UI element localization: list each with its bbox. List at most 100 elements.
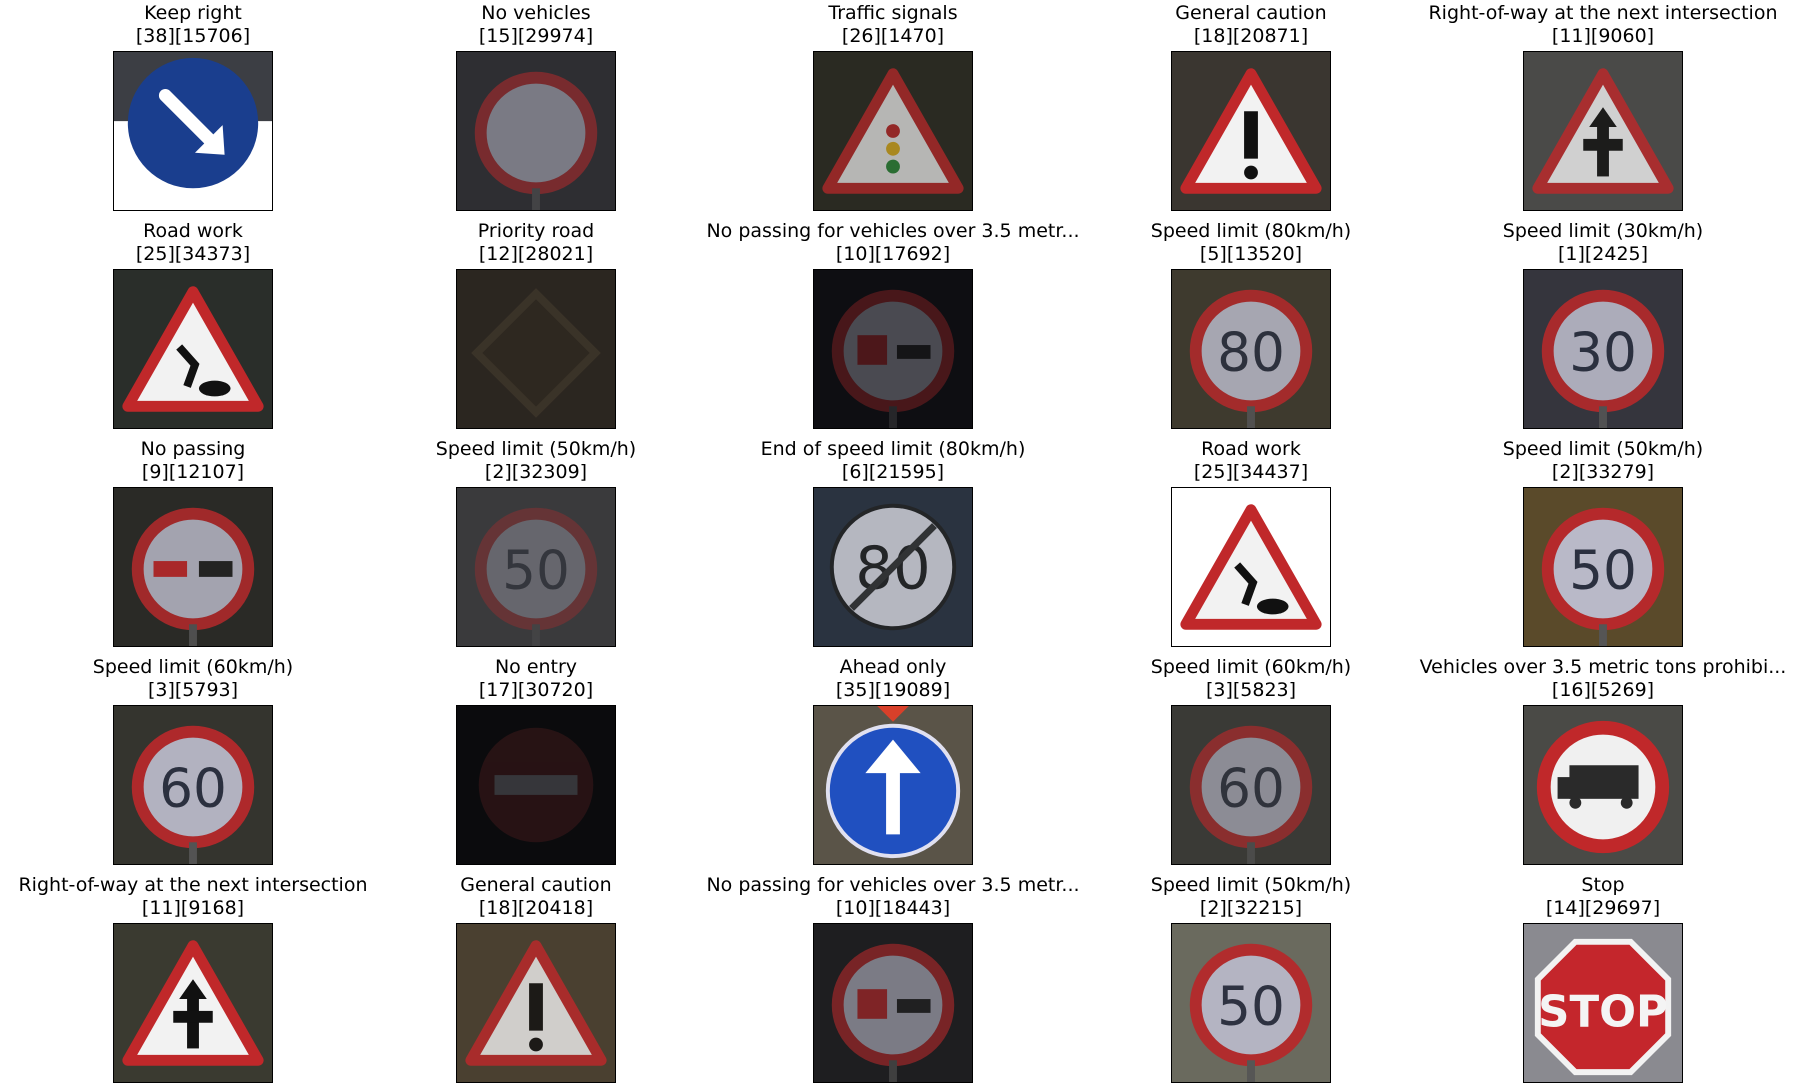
- sample-class-name: Right-of-way at the next intersection: [1428, 2, 1778, 24]
- trucks-prohibited-sign-icon: [1524, 706, 1682, 864]
- sign-image: 50: [1171, 923, 1331, 1083]
- road-work-sign-icon: [1172, 488, 1330, 646]
- sign-image: [456, 705, 616, 865]
- sample-ids: [11][9168]: [141, 897, 245, 919]
- sign-image: [113, 923, 273, 1083]
- sample-ids: [17][30720]: [478, 679, 594, 701]
- sample-class-name: No passing for vehicles over 3.5 metr...: [706, 874, 1080, 896]
- stop-sign-icon: STOP: [1524, 924, 1682, 1082]
- svg-text:80: 80: [1217, 322, 1285, 384]
- general-caution-sign-icon: [1172, 52, 1330, 210]
- end-speed-limit-80-sign-icon: 80: [814, 488, 972, 646]
- sample-title: Priority road [12][28021]: [336, 220, 736, 266]
- sample-ids: [25][34373]: [135, 243, 251, 265]
- sample-title: Speed limit (60km/h) [3][5823]: [1051, 656, 1451, 702]
- sample-ids: [16][5269]: [1551, 679, 1655, 701]
- sample-class-name: Vehicles over 3.5 metric tons prohibi...: [1419, 656, 1787, 678]
- sample-title: Vehicles over 3.5 metric tons prohibi...…: [1403, 656, 1794, 702]
- sign-image: 80: [813, 487, 973, 647]
- sample-ids: [1][2425]: [1557, 243, 1649, 265]
- sample-title: Speed limit (50km/h) [2][32309]: [336, 438, 736, 484]
- sample-ids: [10][18443]: [835, 897, 951, 919]
- no-passing-trucks-sign-icon: [814, 270, 972, 428]
- traffic-signals-sign-icon: [814, 52, 972, 210]
- sample-title: Speed limit (30km/h) [1][2425]: [1403, 220, 1794, 266]
- sign-image: [1171, 51, 1331, 211]
- sample-ids: [35][19089]: [835, 679, 951, 701]
- sign-image: 60: [113, 705, 273, 865]
- sample-ids: [18][20871]: [1193, 25, 1309, 47]
- sample-class-name: End of speed limit (80km/h): [760, 438, 1026, 460]
- svg-text:30: 30: [1569, 322, 1637, 384]
- no-entry-sign-icon: [457, 706, 615, 864]
- sample-class-name: Speed limit (50km/h): [1502, 438, 1704, 460]
- sample-class-name: No passing for vehicles over 3.5 metr...: [706, 220, 1080, 242]
- sample-class-name: Right-of-way at the next intersection: [18, 874, 368, 896]
- sample-ids: [18][20418]: [478, 897, 594, 919]
- sample-title: General caution [18][20871]: [1051, 2, 1451, 48]
- sample-ids: [12][28021]: [478, 243, 594, 265]
- sample-class-name: Speed limit (80km/h): [1150, 220, 1352, 242]
- sample-title: Road work [25][34373]: [0, 220, 393, 266]
- sample-title: No vehicles [15][29974]: [336, 2, 736, 48]
- sample-class-name: Speed limit (30km/h): [1502, 220, 1704, 242]
- speed-limit-80-sign-icon: 80: [1172, 270, 1330, 428]
- sample-title: No passing for vehicles over 3.5 metr...…: [693, 220, 1093, 266]
- speed-limit-50-sign-icon: 50: [457, 488, 615, 646]
- speed-limit-60-sign-icon: 60: [1172, 706, 1330, 864]
- right-of-way-sign-icon: [114, 924, 272, 1082]
- sample-class-name: Traffic signals: [828, 2, 958, 24]
- sample-title: Road work [25][34437]: [1051, 438, 1451, 484]
- sample-title: Speed limit (60km/h) [3][5793]: [0, 656, 393, 702]
- sample-class-name: General caution: [1175, 2, 1327, 24]
- ahead-only-sign-icon: [814, 706, 972, 864]
- sample-title: Stop [14][29697]: [1403, 874, 1794, 920]
- sample-ids: [2][33279]: [1551, 461, 1655, 483]
- road-work-sign-icon: [114, 270, 272, 428]
- sample-title: Traffic signals [26][1470]: [693, 2, 1093, 48]
- sign-image: 30: [1523, 269, 1683, 429]
- sample-ids: [11][9060]: [1551, 25, 1655, 47]
- sample-class-name: Keep right: [144, 2, 242, 24]
- right-of-way-sign-icon: [1524, 52, 1682, 210]
- sample-class-name: No entry: [494, 656, 578, 678]
- sign-image: STOP: [1523, 923, 1683, 1083]
- sample-class-name: No vehicles: [481, 2, 591, 24]
- speed-limit-60-sign-icon: 60: [114, 706, 272, 864]
- sign-image: 50: [1523, 487, 1683, 647]
- sample-ids: [14][29697]: [1545, 897, 1661, 919]
- sample-class-name: Speed limit (50km/h): [1150, 874, 1352, 896]
- no-passing-trucks-sign-icon: [814, 924, 972, 1082]
- sample-class-name: Road work: [1201, 438, 1301, 460]
- sample-ids: [38][15706]: [135, 25, 251, 47]
- sample-class-name: No passing: [140, 438, 246, 460]
- sign-image: [113, 51, 273, 211]
- sample-title: Speed limit (80km/h) [5][13520]: [1051, 220, 1451, 266]
- sample-title: Speed limit (50km/h) [2][33279]: [1403, 438, 1794, 484]
- no-vehicles-sign-icon: [457, 52, 615, 210]
- speed-limit-30-sign-icon: 30: [1524, 270, 1682, 428]
- sample-ids: [15][29974]: [478, 25, 594, 47]
- sample-ids: [26][1470]: [841, 25, 945, 47]
- sample-title: End of speed limit (80km/h) [6][21595]: [693, 438, 1093, 484]
- sample-ids: [3][5793]: [147, 679, 239, 701]
- sample-title: No passing [9][12107]: [0, 438, 393, 484]
- sign-image: [813, 705, 973, 865]
- sign-image: 50: [456, 487, 616, 647]
- sign-image: [1523, 705, 1683, 865]
- speed-limit-50-sign-icon: 50: [1172, 924, 1330, 1082]
- svg-text:50: 50: [1569, 540, 1637, 602]
- svg-text:50: 50: [502, 540, 570, 602]
- sample-class-name: Stop: [1581, 874, 1625, 896]
- no-passing-sign-icon: [114, 488, 272, 646]
- sample-ids: [2][32309]: [484, 461, 588, 483]
- sample-ids: [5][13520]: [1199, 243, 1303, 265]
- sample-ids: [25][34437]: [1193, 461, 1309, 483]
- sign-image: [113, 269, 273, 429]
- sample-title: Right-of-way at the next intersection [11…: [0, 874, 393, 920]
- sign-image: 80: [1171, 269, 1331, 429]
- sample-title: No passing for vehicles over 3.5 metr...…: [693, 874, 1093, 920]
- sample-class-name: Speed limit (60km/h): [1150, 656, 1352, 678]
- sign-image: [1523, 51, 1683, 211]
- sign-image: [813, 269, 973, 429]
